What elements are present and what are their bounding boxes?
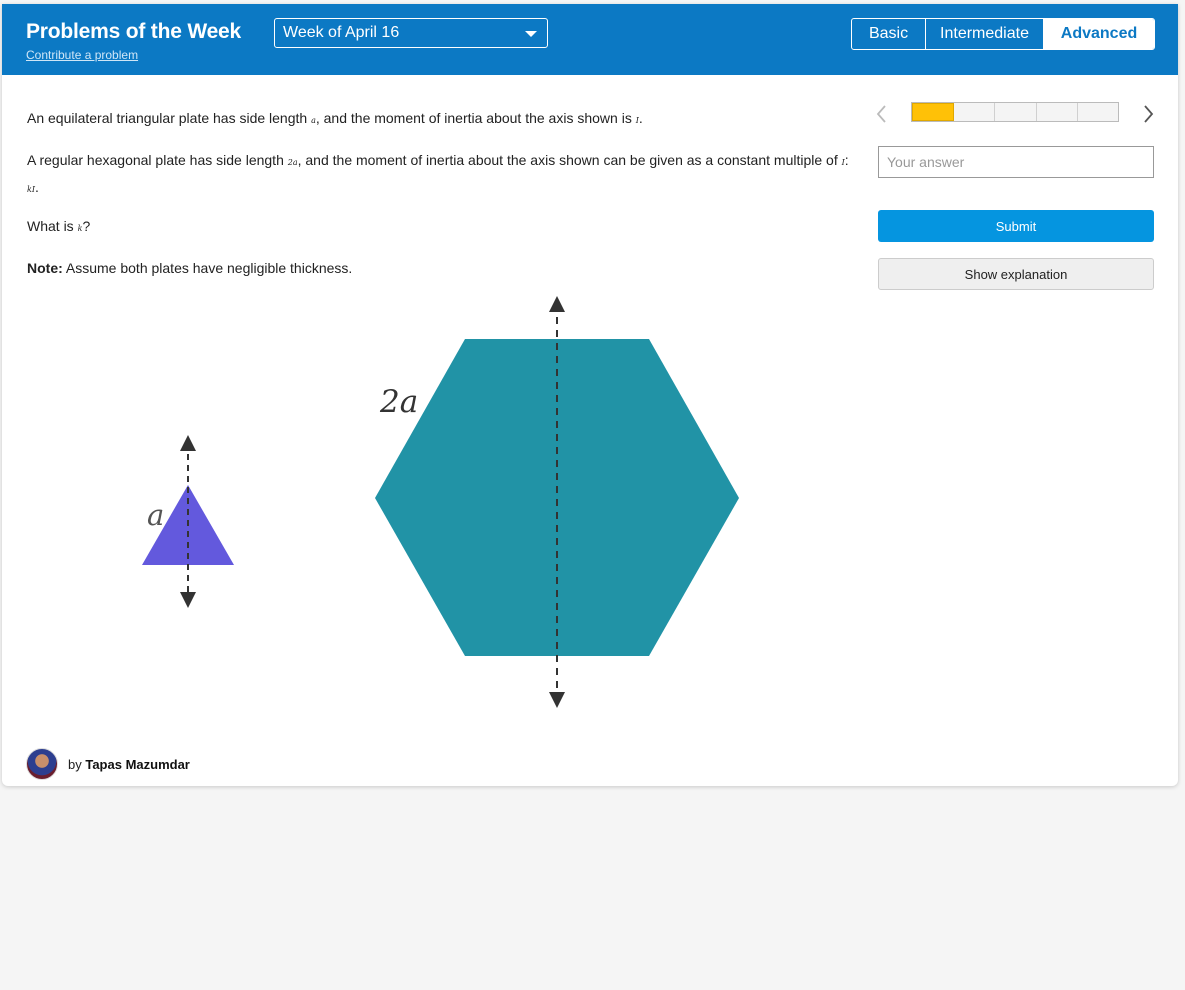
text: ? [82, 218, 91, 234]
text: . [638, 110, 643, 126]
math-var: 2a [287, 158, 298, 167]
triangle-side-label: a [147, 498, 164, 532]
problem-figure: 2a a [142, 296, 739, 708]
chevron-left-icon[interactable] [874, 102, 890, 126]
note-label: Note: [27, 260, 63, 276]
math-var: kI [27, 185, 36, 194]
author-name[interactable]: Tapas Mazumdar [85, 757, 190, 772]
problem-question: What is k? [27, 214, 90, 241]
text: An equilateral triangular plate has side… [27, 110, 312, 126]
text: , and the moment of inertia about the ax… [315, 110, 636, 126]
level-tabs: Basic Intermediate Advanced [851, 18, 1155, 50]
header-bar: Problems of the Week Contribute a proble… [2, 4, 1178, 75]
page-title: Problems of the Week [26, 20, 242, 43]
show-explanation-button[interactable]: Show explanation [878, 258, 1154, 290]
progress-segment[interactable] [1037, 103, 1078, 121]
note-text: Assume both plates have negligible thick… [62, 260, 353, 276]
week-select[interactable]: Week of April 16 [274, 18, 548, 48]
progress-segment[interactable] [912, 103, 955, 121]
hexagon-side-label: 2a [379, 384, 418, 420]
progress-segment[interactable] [954, 103, 996, 121]
tab-intermediate[interactable]: Intermediate [926, 19, 1044, 49]
week-select-value: Week of April 16 [283, 24, 400, 41]
chevron-down-icon [525, 31, 537, 37]
author-byline: by Tapas Mazumdar [68, 757, 190, 772]
progress-segment[interactable] [995, 103, 1037, 121]
text: . [35, 179, 39, 195]
answer-input[interactable] [878, 146, 1154, 178]
tab-advanced[interactable]: Advanced [1044, 19, 1154, 49]
progress-segment[interactable] [1078, 103, 1118, 121]
text: What is [27, 218, 78, 234]
problem-paragraph-2: A regular hexagonal plate has side lengt… [27, 148, 857, 202]
text: A regular hexagonal plate has side lengt… [27, 152, 288, 168]
avatar[interactable] [26, 748, 58, 780]
contribute-link[interactable]: Contribute a problem [26, 48, 138, 62]
tab-basic[interactable]: Basic [852, 19, 926, 49]
problem-progress [911, 102, 1119, 122]
problem-note: Note: Assume both plates have negligible… [27, 256, 352, 280]
problem-card: Problems of the Week Contribute a proble… [2, 4, 1178, 786]
problem-paragraph-1: An equilateral triangular plate has side… [27, 106, 643, 133]
author-credit: by Tapas Mazumdar [26, 748, 190, 780]
text: , and the moment of inertia about the ax… [297, 152, 842, 168]
text: : [844, 152, 849, 168]
submit-button[interactable]: Submit [878, 210, 1154, 242]
chevron-right-icon[interactable] [1140, 102, 1156, 126]
by-text: by [68, 756, 86, 772]
